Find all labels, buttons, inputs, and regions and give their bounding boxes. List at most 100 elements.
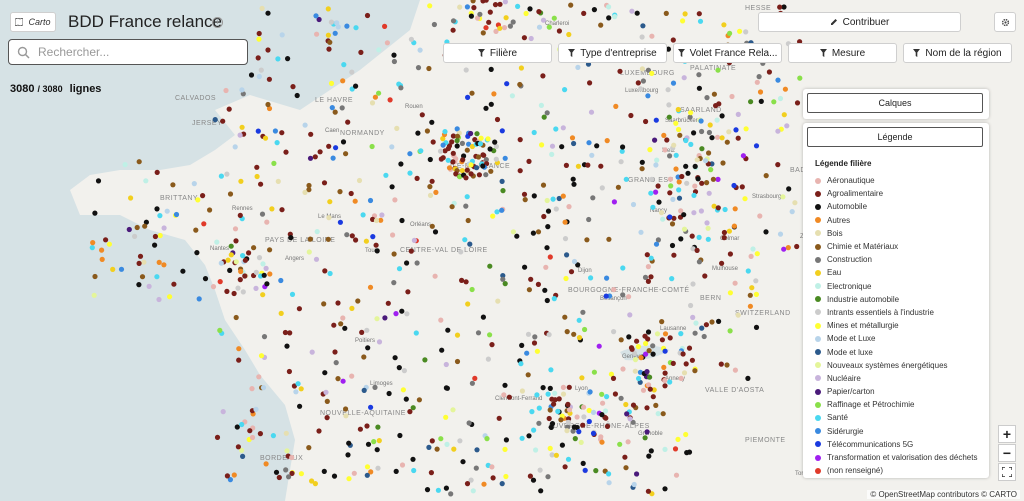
establishment-marker[interactable] [653,189,659,195]
establishment-marker[interactable] [639,166,645,172]
establishment-marker[interactable] [675,436,681,442]
establishment-marker[interactable] [237,132,243,138]
establishment-marker[interactable] [446,165,453,171]
establishment-marker[interactable] [410,456,416,462]
establishment-marker[interactable] [644,252,650,258]
establishment-marker[interactable] [594,143,600,149]
establishment-marker[interactable] [630,201,637,208]
establishment-marker[interactable] [224,473,230,479]
establishment-marker[interactable] [781,112,787,118]
establishment-marker[interactable] [702,273,708,279]
establishment-marker[interactable] [372,384,378,390]
establishment-marker[interactable] [672,446,679,452]
establishment-marker[interactable] [407,409,413,415]
establishment-marker[interactable] [316,428,322,434]
establishment-marker[interactable] [231,290,237,297]
establishment-marker[interactable] [488,66,494,72]
establishment-marker[interactable] [194,250,200,256]
establishment-marker[interactable] [391,58,397,65]
establishment-marker[interactable] [600,400,606,406]
filter-region-button[interactable]: Nom de la région [903,43,1012,63]
establishment-marker[interactable] [578,439,584,445]
establishment-marker[interactable] [566,384,572,390]
establishment-marker[interactable] [566,407,573,413]
establishment-marker[interactable] [426,444,432,450]
establishment-marker[interactable] [785,245,791,251]
establishment-marker[interactable] [242,257,248,263]
establishment-marker[interactable] [325,32,331,38]
establishment-marker[interactable] [427,184,433,190]
establishment-marker[interactable] [234,424,240,430]
establishment-marker[interactable] [445,327,451,333]
establishment-marker[interactable] [694,157,700,163]
establishment-marker[interactable] [777,4,783,10]
establishment-marker[interactable] [566,204,572,210]
establishment-marker[interactable] [509,93,515,99]
establishment-marker[interactable] [747,292,753,298]
establishment-marker[interactable] [450,150,456,156]
establishment-marker[interactable] [396,266,403,272]
establishment-marker[interactable] [393,468,399,474]
establishment-marker[interactable] [589,152,595,158]
establishment-marker[interactable] [684,180,690,186]
establishment-marker[interactable] [394,125,400,131]
establishment-marker[interactable] [373,242,379,248]
establishment-marker[interactable] [544,110,550,116]
establishment-marker[interactable] [264,281,270,287]
establishment-marker[interactable] [463,175,469,181]
establishment-marker[interactable] [551,15,557,21]
establishment-marker[interactable] [519,342,525,348]
establishment-marker[interactable] [449,139,455,145]
establishment-marker[interactable] [562,87,568,93]
establishment-marker[interactable] [632,368,638,374]
establishment-marker[interactable] [525,372,531,378]
establishment-marker[interactable] [483,25,489,31]
establishment-marker[interactable] [451,446,457,452]
establishment-marker[interactable] [581,414,587,420]
establishment-marker[interactable] [775,128,781,134]
establishment-marker[interactable] [343,151,349,157]
establishment-marker[interactable] [369,100,376,106]
establishment-marker[interactable] [551,296,557,302]
establishment-marker[interactable] [375,465,381,471]
establishment-marker[interactable] [634,10,640,16]
establishment-marker[interactable] [503,15,509,21]
zoom-in-button[interactable]: + [998,425,1016,443]
establishment-marker[interactable] [553,126,559,132]
establishment-marker[interactable] [227,191,234,197]
establishment-marker[interactable] [623,465,629,471]
establishment-marker[interactable] [643,118,649,125]
layers-button[interactable]: Calques [807,93,983,113]
establishment-marker[interactable] [313,256,320,262]
establishment-marker[interactable] [228,252,234,258]
establishment-marker[interactable] [224,288,230,294]
establishment-marker[interactable] [673,120,679,126]
establishment-marker[interactable] [364,472,370,478]
establishment-marker[interactable] [676,126,682,133]
establishment-marker[interactable] [106,241,112,247]
establishment-marker[interactable] [414,260,420,266]
establishment-marker[interactable] [721,229,728,236]
establishment-marker[interactable] [492,139,498,145]
establishment-marker[interactable] [487,332,493,338]
establishment-marker[interactable] [128,195,134,201]
establishment-marker[interactable] [626,334,632,340]
establishment-marker[interactable] [275,56,281,62]
establishment-marker[interactable] [398,85,404,91]
establishment-marker[interactable] [469,380,475,386]
establishment-marker[interactable] [581,404,587,410]
establishment-marker[interactable] [295,381,301,387]
establishment-marker[interactable] [653,117,659,123]
establishment-marker[interactable] [411,467,417,474]
establishment-marker[interactable] [287,330,293,336]
establishment-marker[interactable] [650,343,656,349]
establishment-marker[interactable] [535,281,542,287]
establishment-marker[interactable] [579,375,585,381]
establishment-marker[interactable] [540,385,546,391]
establishment-marker[interactable] [306,249,312,255]
establishment-marker[interactable] [340,139,347,145]
establishment-marker[interactable] [454,358,461,365]
establishment-marker[interactable] [624,411,630,417]
establishment-marker[interactable] [705,236,711,242]
establishment-marker[interactable] [239,124,245,130]
